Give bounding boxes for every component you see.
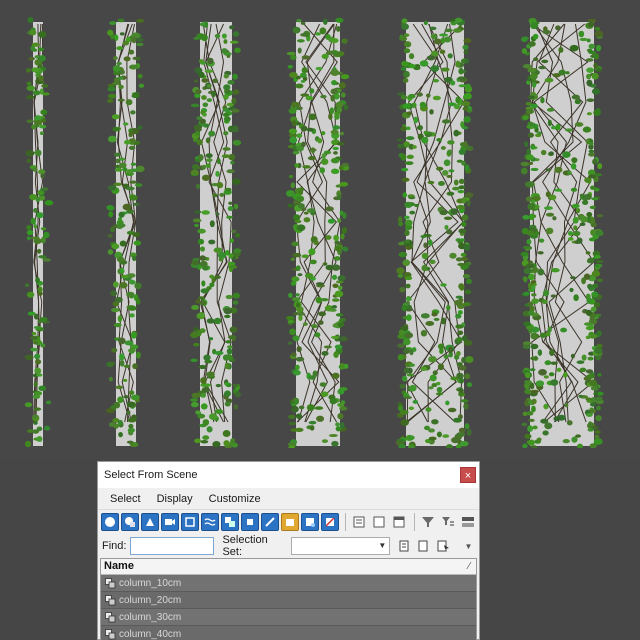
list-header-name[interactable]: Name ⁄ <box>101 559 476 575</box>
filter-toolbar <box>98 510 479 534</box>
list-header-label: Name <box>104 560 134 572</box>
groups-icon[interactable] <box>221 513 239 531</box>
select-all-icon[interactable] <box>396 537 413 555</box>
hidden-icon[interactable] <box>321 513 339 531</box>
select-invert-icon[interactable] <box>435 537 452 555</box>
list-item[interactable]: column_20cm <box>101 592 476 609</box>
select-from-scene-dialog: Select From Scene × Select Display Custo… <box>97 461 480 640</box>
more-options-icon[interactable]: ▼ <box>460 537 477 555</box>
close-button[interactable]: × <box>460 467 476 483</box>
list-item-label: column_30cm <box>119 611 182 623</box>
hierarchy-icon[interactable] <box>459 513 477 531</box>
sort-arrow-icon: ⁄ <box>468 561 470 572</box>
multi-shape-icon[interactable] <box>121 513 139 531</box>
dialog-title: Select From Scene <box>104 469 198 481</box>
toolbar-separator <box>414 513 415 531</box>
object-icon <box>103 610 117 624</box>
filter-icon[interactable] <box>419 513 437 531</box>
list-item[interactable]: column_40cm <box>101 626 476 640</box>
list-view-icon[interactable] <box>350 513 368 531</box>
list-item-label: column_10cm <box>119 577 182 589</box>
find-label: Find: <box>102 540 127 552</box>
find-bar: Find: Selection Set: ▼ ▼ <box>98 534 479 558</box>
sphere-icon[interactable] <box>101 513 119 531</box>
select-none-icon[interactable] <box>416 537 433 555</box>
object-icon <box>103 593 117 607</box>
xrefs-icon[interactable] <box>241 513 259 531</box>
page-view-icon[interactable] <box>370 513 388 531</box>
filter-list-icon[interactable] <box>439 513 457 531</box>
list-item[interactable]: column_30cm <box>101 609 476 626</box>
find-input[interactable] <box>130 537 215 555</box>
ivy-column-render[interactable] <box>384 12 486 448</box>
chevron-down-icon[interactable]: ▼ <box>376 539 388 553</box>
spacewarps-icon[interactable] <box>201 513 219 531</box>
menu-customize[interactable]: Customize <box>201 493 269 505</box>
frozen-icon[interactable] <box>301 513 319 531</box>
layer-view-icon[interactable] <box>390 513 408 531</box>
toolbar-separator <box>345 513 346 531</box>
menu-display[interactable]: Display <box>149 493 201 505</box>
menubar: Select Display Customize <box>98 488 479 510</box>
ivy-column-render[interactable] <box>94 12 158 448</box>
list-item-label: column_20cm <box>119 594 182 606</box>
menu-select[interactable]: Select <box>102 493 149 505</box>
ivy-column-render[interactable] <box>508 12 616 448</box>
ivy-column-render[interactable] <box>178 12 254 448</box>
ivy-column-render[interactable] <box>11 12 65 448</box>
object-icon <box>103 627 117 640</box>
scene-object-list[interactable]: Name ⁄ column_10cm column_20cm column_30cm… <box>100 558 477 640</box>
containers-icon[interactable] <box>281 513 299 531</box>
bones-icon[interactable] <box>261 513 279 531</box>
list-item-label: column_40cm <box>119 628 182 640</box>
list-item[interactable]: column_10cm <box>101 575 476 592</box>
viewport[interactable] <box>0 0 640 460</box>
dialog-titlebar[interactable]: Select From Scene × <box>98 462 479 488</box>
helpers-icon[interactable] <box>181 513 199 531</box>
object-icon <box>103 576 117 590</box>
lights-icon[interactable] <box>141 513 159 531</box>
ivy-column-render[interactable] <box>274 12 362 448</box>
selection-set-dropdown[interactable]: ▼ <box>291 537 391 555</box>
cameras-icon[interactable] <box>161 513 179 531</box>
selection-set-label: Selection Set: <box>222 534 268 558</box>
